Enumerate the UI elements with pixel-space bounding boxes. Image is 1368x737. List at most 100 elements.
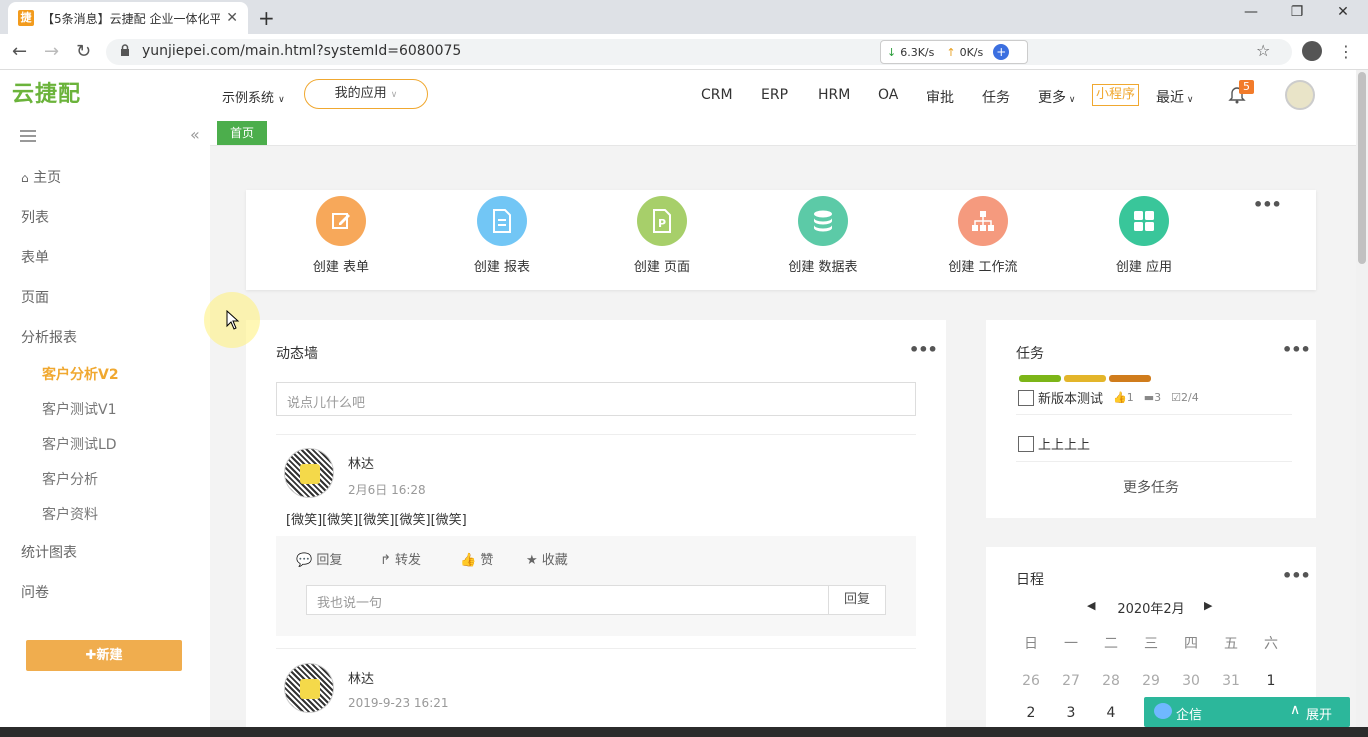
new-button[interactable]: ✚新建 <box>26 640 182 671</box>
mini-program-button[interactable]: 小程序 <box>1092 84 1140 106</box>
expand-label[interactable]: 展开 <box>1306 704 1332 723</box>
collapse-sidebar-icon[interactable]: « <box>190 125 200 144</box>
task-checkbox[interactable] <box>1018 389 1034 406</box>
calendar-day[interactable]: 26 <box>1011 673 1051 689</box>
sidebar-subitem[interactable]: 客户测试V1 <box>42 399 116 419</box>
window-close-icon[interactable]: ✕ <box>1320 4 1366 20</box>
minimize-icon[interactable]: — <box>1228 4 1274 20</box>
nav-oa[interactable]: OA <box>878 87 898 103</box>
nav-approval[interactable]: 审批 <box>926 87 954 107</box>
sidebar-item-page[interactable]: 页面 <box>21 287 49 307</box>
browser-tab[interactable]: 捷 【5条消息】云捷配 企业一体化平 ✕ <box>8 2 248 34</box>
reply-button[interactable]: 回复 <box>828 585 886 615</box>
comment-icon: 💬 <box>296 553 313 568</box>
my-apps-button[interactable]: 我的应用 ∨ <box>304 79 428 109</box>
nav-erp[interactable]: ERP <box>761 87 788 103</box>
new-tab-icon[interactable]: + <box>258 6 275 30</box>
reload-icon[interactable]: ↻ <box>76 41 91 62</box>
calendar-day[interactable]: 2 <box>1011 705 1051 721</box>
post-author[interactable]: 林达 <box>348 668 374 687</box>
restore-icon[interactable]: ❐ <box>1274 4 1320 20</box>
chevron-up-icon: ∧ <box>1290 702 1301 718</box>
tab-home[interactable]: 首页 <box>217 121 267 145</box>
card-title: 任务 <box>1016 346 1044 362</box>
post-author[interactable]: 林达 <box>348 453 374 472</box>
reply-action[interactable]: 💬 回复 <box>296 549 342 568</box>
like-action[interactable]: 👍 赞 <box>460 549 493 568</box>
hamburger-menu-icon[interactable] <box>20 130 36 142</box>
create-report-label: 创建 报表 <box>473 260 531 275</box>
url-field[interactable]: yunjiepei.com/main.html?systemId=6080075… <box>106 39 1292 65</box>
next-month-icon[interactable]: ▶ <box>1204 599 1212 612</box>
favorite-action[interactable]: ★ 收藏 <box>526 549 568 568</box>
create-app-button[interactable]: 创建 应用 <box>1084 196 1204 275</box>
logo[interactable]: 云捷配 <box>12 76 81 108</box>
forward-arrow-icon[interactable]: → <box>44 41 59 62</box>
post-input[interactable]: 说点儿什么吧 <box>276 382 916 416</box>
bookmark-star-icon[interactable]: ☆ <box>1256 41 1270 60</box>
create-report-button[interactable]: 创建 报表 <box>442 196 562 275</box>
chevron-down-icon: ∨ <box>1066 95 1076 105</box>
sidebar-subitem[interactable]: 客户资料 <box>42 504 98 524</box>
avatar[interactable] <box>284 448 334 498</box>
download-speed: 6.3K/s <box>900 45 935 59</box>
calendar-day[interactable]: 31 <box>1211 673 1251 689</box>
sidebar-item-reports[interactable]: 分析报表 <box>21 327 77 347</box>
address-bar: ← → ↻ yunjiepei.com/main.html?systemId=6… <box>0 34 1368 70</box>
create-workflow-button[interactable]: 创建 工作流 <box>923 196 1043 275</box>
nav-hrm[interactable]: HRM <box>818 87 850 103</box>
more-options-icon[interactable]: ••• <box>1282 566 1311 585</box>
forward-action[interactable]: ↱ 转发 <box>380 549 421 568</box>
nav-tasks[interactable]: 任务 <box>982 87 1010 107</box>
create-page-label: 创建 页面 <box>633 260 691 275</box>
tasks-card: 任务 ••• 新版本测试 👍 1 ▬ 3 ☑ 2/4 上上上上 更多任务 <box>986 320 1316 518</box>
back-arrow-icon[interactable]: ← <box>12 41 27 62</box>
calendar-day[interactable]: 1 <box>1251 673 1291 689</box>
extension-plus-icon[interactable]: + <box>993 44 1010 60</box>
task-checkbox[interactable] <box>1018 435 1034 452</box>
avatar[interactable] <box>1285 80 1315 110</box>
sidebar-item-list[interactable]: 列表 <box>21 207 49 227</box>
more-tasks-link[interactable]: 更多任务 <box>986 477 1316 497</box>
calendar-day[interactable]: 27 <box>1051 673 1091 689</box>
nav-crm[interactable]: CRM <box>701 87 733 103</box>
system-menu-label: 示例系统 <box>222 91 275 106</box>
sidebar-subitem[interactable]: 客户测试LD <box>42 434 117 454</box>
calendar-day[interactable]: 3 <box>1051 705 1091 721</box>
close-icon[interactable]: ✕ <box>226 10 238 26</box>
page-scrollbar[interactable] <box>1356 70 1368 737</box>
sidebar-item-charts[interactable]: 统计图表 <box>21 542 77 562</box>
create-page-button[interactable]: P 创建 页面 <box>602 196 722 275</box>
create-datatable-button[interactable]: 创建 数据表 <box>763 196 883 275</box>
network-speed-widget: ↓ 6.3K/s ↑ 0K/s + <box>880 40 1028 64</box>
reply-input[interactable]: 我也说一句 <box>306 585 830 615</box>
account-icon[interactable] <box>1302 41 1322 61</box>
sidebar-item-form[interactable]: 表单 <box>21 247 49 267</box>
nav-recent[interactable]: 最近 ∨ <box>1156 87 1193 107</box>
more-options-icon[interactable]: ••• <box>1253 195 1282 214</box>
nav-more[interactable]: 更多 ∨ <box>1038 87 1075 107</box>
calendar-day[interactable]: 4 <box>1091 705 1131 721</box>
create-workflow-label: 创建 工作流 <box>948 260 1018 275</box>
sidebar-item-survey[interactable]: 问卷 <box>21 582 49 602</box>
scrollbar-thumb[interactable] <box>1358 72 1366 264</box>
browser-menu-icon[interactable]: ⋮ <box>1338 42 1354 61</box>
calendar-day[interactable]: 28 <box>1091 673 1131 689</box>
more-options-icon[interactable]: ••• <box>1282 340 1311 359</box>
sidebar-subitem-active[interactable]: 客户分析V2 <box>42 364 119 384</box>
sidebar-item-home[interactable]: ⌂ 主页 <box>21 167 61 187</box>
task-status-bar <box>1064 375 1106 382</box>
create-form-button[interactable]: 创建 表单 <box>281 196 401 275</box>
chat-widget[interactable]: 企信 ∧ 展开 <box>1144 697 1350 727</box>
notification-badge: 5 <box>1239 80 1254 94</box>
task-item[interactable]: 上上上上 <box>1018 434 1090 453</box>
calendar-day[interactable]: 30 <box>1171 673 1211 689</box>
more-options-icon[interactable]: ••• <box>909 340 938 359</box>
avatar[interactable] <box>284 663 334 713</box>
calendar-day[interactable]: 29 <box>1131 673 1171 689</box>
sidebar-item-label: 主页 <box>33 170 62 186</box>
system-menu[interactable]: 示例系统 ∨ <box>222 87 285 106</box>
site-favicon-icon: 捷 <box>18 10 34 26</box>
task-item[interactable]: 新版本测试 👍 1 ▬ 3 ☑ 2/4 <box>1018 388 1199 407</box>
sidebar-subitem[interactable]: 客户分析 <box>42 469 98 489</box>
